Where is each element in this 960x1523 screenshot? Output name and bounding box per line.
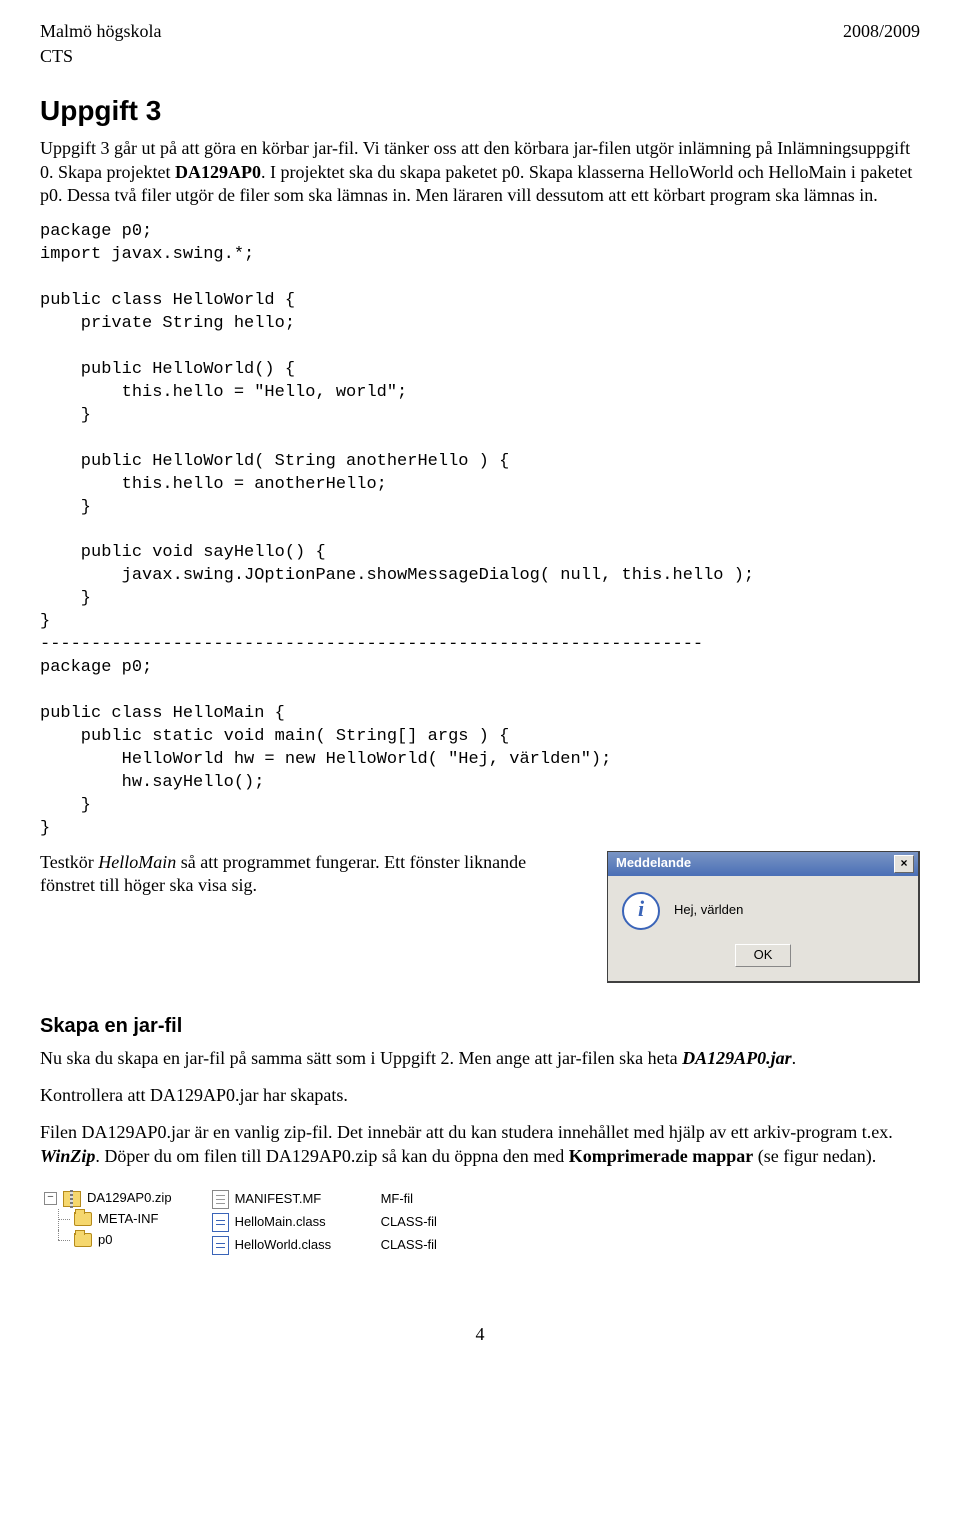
para-check-jar: Kontrollera att DA129AP0.jar har skapats… [40,1084,920,1107]
page-number: 4 [40,1323,920,1346]
heading-skapa-jar: Skapa en jar-fil [40,1013,920,1039]
zip-icon [63,1191,81,1207]
manifest-file-icon [212,1190,229,1209]
para-intro: Uppgift 3 går ut på att göra en körbar j… [40,137,920,207]
message-dialog: Meddelande × i Hej, världen OK [607,851,920,983]
tree-collapse-icon[interactable]: − [44,1192,57,1205]
dialog-title: Meddelande [616,855,691,872]
dialog-message: Hej, världen [674,902,743,919]
para-testrun: Testkör HelloMain så att programmet fung… [40,851,583,898]
tree-root: DA129AP0.zip [87,1190,172,1207]
zip-tree-figure: − DA129AP0.zip META-INF p0 MANIFEST.MF M… [40,1182,608,1263]
file-row: MANIFEST.MF MF-fil [212,1188,437,1211]
ok-button[interactable]: OK [735,944,792,967]
header-left: Malmö högskola [40,20,162,43]
file-row: HelloMain.class CLASS-fil [212,1211,437,1234]
tree-folder-metainf: META-INF [98,1211,158,1228]
header-right: 2008/2009 [843,20,920,43]
folder-icon [74,1233,92,1247]
para-zip-info: Filen DA129AP0.jar är en vanlig zip-fil.… [40,1121,920,1168]
tree-folder-p0: p0 [98,1232,112,1249]
class-file-icon [212,1236,229,1255]
header-sub: CTS [40,45,920,68]
info-icon: i [622,892,660,930]
class-file-icon [212,1213,229,1232]
code-listing: package p0; import javax.swing.*; public… [40,221,920,840]
folder-icon [74,1212,92,1226]
heading-uppgift3: Uppgift 3 [40,93,920,129]
file-row: HelloWorld.class CLASS-fil [212,1234,437,1257]
para-create-jar: Nu ska du skapa en jar-fil på samma sätt… [40,1047,920,1070]
close-icon[interactable]: × [894,855,914,873]
